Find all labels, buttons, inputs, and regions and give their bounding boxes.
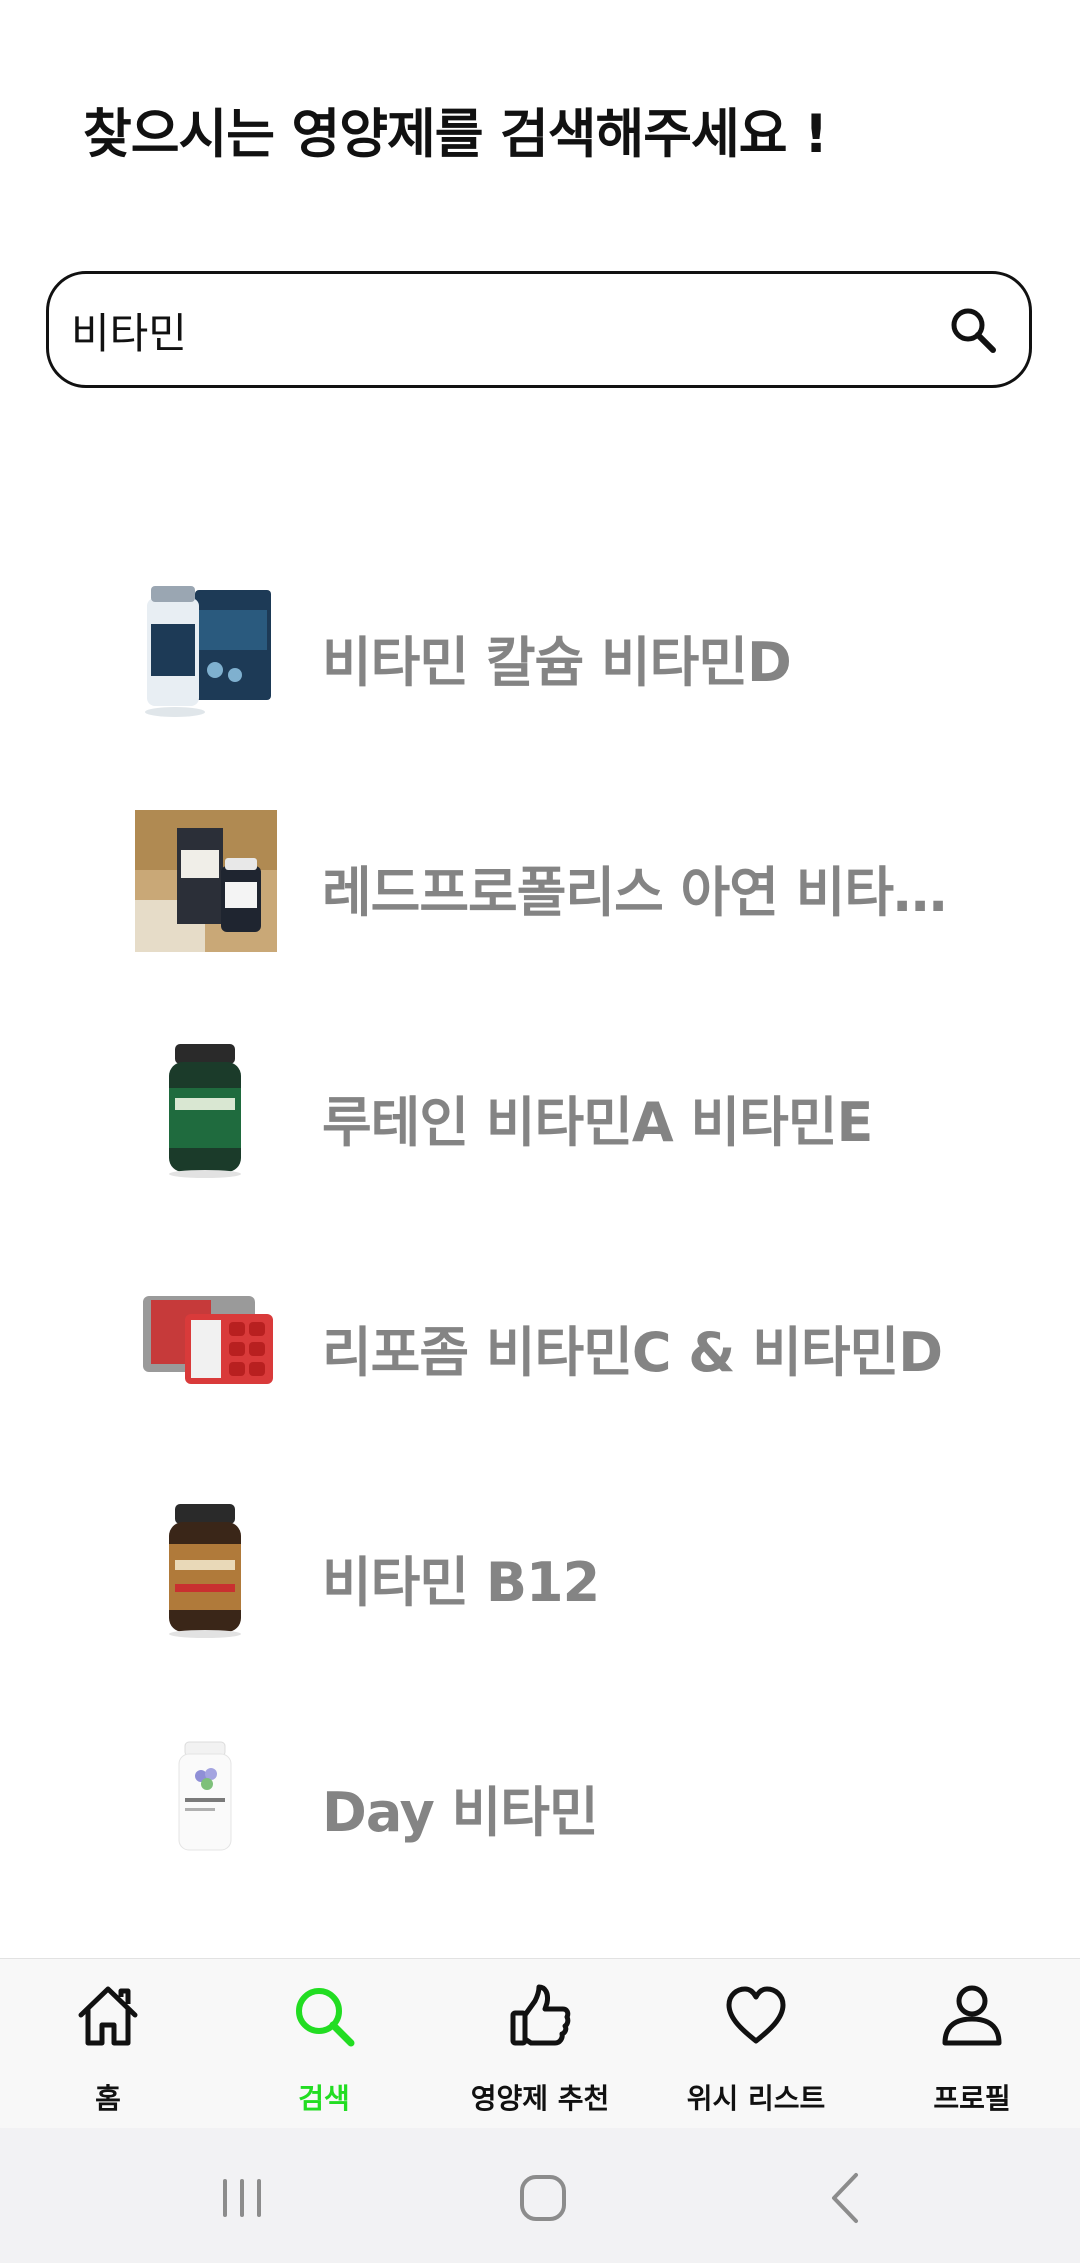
search-button[interactable] [943,300,1003,360]
search-icon [296,1988,355,2047]
nav-label: 위시 리스트 [686,2082,826,2115]
page-title: 찾으시는 영양제를 검색해주세요 ! [83,104,828,165]
nav-item-home[interactable]: 홈 [0,1959,216,2129]
product-name: 루테인 비타민A 비타민E [322,1091,873,1154]
search-bar [46,271,1032,388]
product-name: 비타민 칼슘 비타민D [322,631,792,694]
system-navigation-bar [0,2128,1080,2263]
person-icon [942,1985,1002,2046]
nav-label: 홈 [95,2082,121,2115]
list-item[interactable]: 리포좀 비타민C & 비타민D [0,1250,1080,1430]
bottom-navigation: 홈 검색 영양제 추천 위시 리스트 프로필 [0,1958,1080,2129]
product-name: 레드프로폴리스 아연 비타민... [322,861,972,924]
heart-icon [726,1986,786,2044]
search-input[interactable] [71,292,931,368]
list-item[interactable]: Day 비타민 [0,1710,1080,1890]
list-item[interactable]: 레드프로폴리스 아연 비타민... [0,790,1080,970]
product-thumbnail [143,1296,273,1384]
list-item[interactable]: 비타민 칼슘 비타민D [0,560,1080,740]
product-name: Day 비타민 [322,1781,599,1844]
nav-item-wishlist[interactable]: 위시 리스트 [648,1959,864,2129]
product-thumbnail [169,1044,241,1178]
product-name: 비타민 B12 [322,1551,600,1614]
nav-item-profile[interactable]: 프로필 [864,1959,1080,2129]
recent-apps-icon[interactable] [207,2163,277,2233]
home-button-icon[interactable] [508,2163,578,2233]
product-thumbnail [178,1741,232,1851]
search-screen: 찾으시는 영양제를 검색해주세요 ! 비타민 칼슘 비타민D [0,0,1080,2263]
search-icon [951,308,996,353]
list-item[interactable]: 루테인 비타민A 비타민E [0,1020,1080,1200]
nav-item-recommend[interactable]: 영양제 추천 [432,1959,648,2129]
thumbs-up-icon [510,1984,571,2046]
product-thumbnail [169,1504,241,1638]
back-icon[interactable] [812,2163,882,2233]
nav-item-search[interactable]: 검색 [216,1959,432,2129]
product-thumbnail [145,586,271,717]
product-name: 리포좀 비타민C & 비타민D [322,1321,943,1384]
nav-label: 프로필 [933,2082,1011,2115]
nav-label: 영양제 추천 [470,2082,610,2115]
nav-label: 검색 [298,2082,350,2115]
product-thumbnail [135,810,277,952]
list-item[interactable]: 비타민 B12 [0,1480,1080,1660]
home-icon [78,1986,138,2046]
